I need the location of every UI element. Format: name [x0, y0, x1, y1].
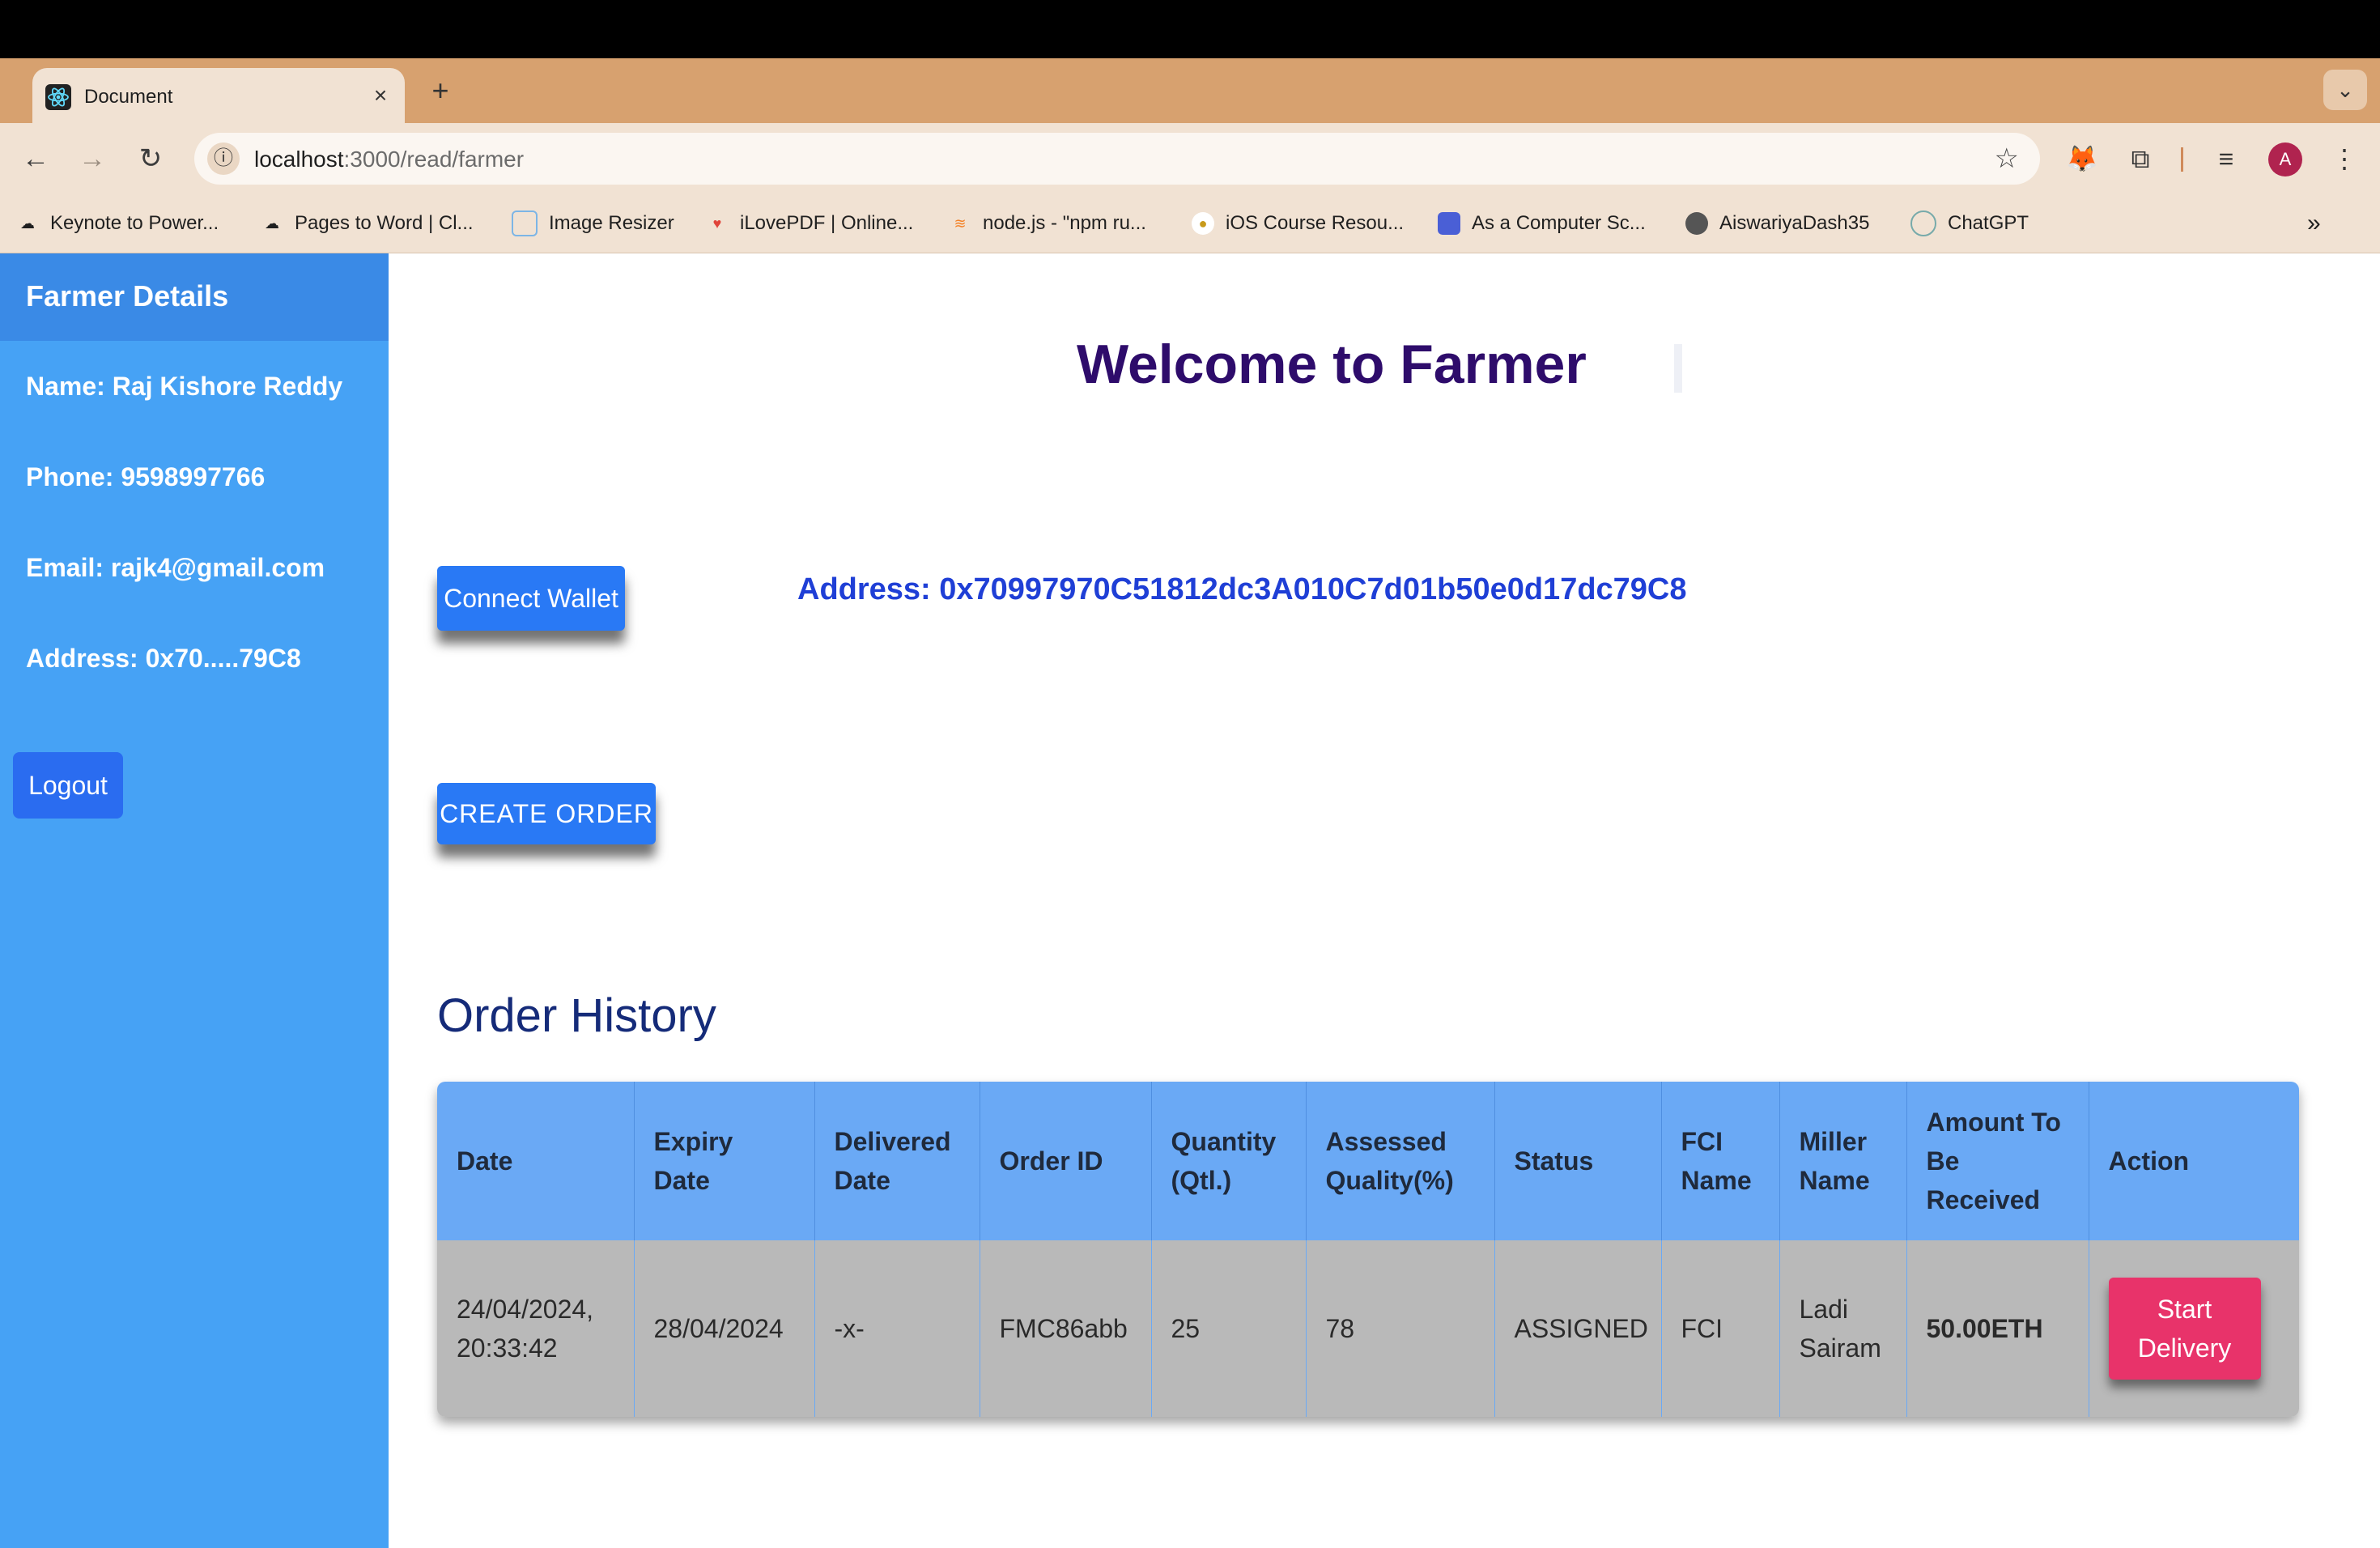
connect-wallet-button[interactable]: Connect Wallet: [437, 566, 625, 631]
chatgpt-icon: [1910, 211, 1936, 236]
cloud-icon: ☁: [265, 215, 279, 232]
sidebar-title: Farmer Details: [26, 279, 229, 313]
order-history-table: Date Expiry Date Delivered Date Order ID…: [437, 1082, 2299, 1417]
browser-toolbar: ← → ↻ ⓘ localhost:3000/read/farmer ☆ 🦊 ⧉…: [0, 123, 2380, 194]
screen-top-bar: [0, 0, 2380, 58]
bookmarks-bar: ☁ Keynote to Power... ☁ Pages to Word | Cl…: [0, 194, 2380, 253]
bookmark-label: node.js - "npm ru...: [983, 212, 1146, 234]
order-history-title: Order History: [437, 989, 716, 1042]
address-bar[interactable]: ⓘ localhost:3000/read/farmer ☆: [194, 133, 2040, 185]
close-icon[interactable]: ×: [366, 81, 395, 110]
farmer-email: Email: rajk4@gmail.com: [26, 553, 325, 582]
chevron-down-icon[interactable]: ⌄: [2323, 70, 2367, 110]
bookmark-label: Keynote to Power...: [50, 212, 219, 234]
bookmark-label: iOS Course Resou...: [1226, 212, 1405, 234]
bookmark-item[interactable]: As a Computer Sc...: [1438, 209, 1646, 238]
cell-delivered: -x-: [814, 1240, 980, 1417]
new-tab-icon[interactable]: +: [424, 74, 457, 107]
bookmark-item[interactable]: ☁ Keynote to Power...: [16, 209, 219, 238]
farmer-address: Address: 0x70.....79C8: [26, 644, 301, 673]
col-header-delivered-date: Delivered Date: [814, 1082, 980, 1240]
col-header-fci-name: FCI Name: [1661, 1082, 1780, 1240]
col-header-assessed-quality: Assessed Quality(%): [1306, 1082, 1495, 1240]
printer-icon: [1438, 212, 1460, 235]
create-order-button[interactable]: CREATE ORDER: [437, 783, 656, 844]
cell-date: 24/04/2024, 20:33:42: [437, 1240, 635, 1417]
cell-quantity: 25: [1151, 1240, 1307, 1417]
bookmark-star-icon[interactable]: ☆: [1995, 142, 2019, 175]
farmer-phone: Phone: 9598997766: [26, 462, 266, 491]
cell-fci: FCI: [1661, 1240, 1780, 1417]
cell-order-id: FMC86abb: [980, 1240, 1152, 1417]
metamask-icon[interactable]: 🦊: [2066, 142, 2098, 175]
cell-amount: 50.00ETH: [1906, 1240, 2089, 1417]
col-header-quantity: Quantity (Qtl.): [1151, 1082, 1307, 1240]
more-bookmarks-icon[interactable]: »: [2307, 209, 2321, 238]
avatar[interactable]: A: [2268, 142, 2302, 176]
cell-action: Start Delivery: [2089, 1240, 2299, 1417]
main-content: Welcome to Farmer Connect Wallet Address…: [389, 253, 2380, 1548]
bookmark-label: Image Resizer: [549, 212, 674, 234]
cell-miller: Ladi Sairam: [1779, 1240, 1907, 1417]
media-queue-icon[interactable]: ≡: [2210, 142, 2242, 175]
cell-status: ASSIGNED: [1494, 1240, 1662, 1417]
forward-icon[interactable]: →: [71, 138, 113, 180]
sidebar-header: Farmer Details: [0, 253, 389, 341]
col-header-status: Status: [1494, 1082, 1662, 1240]
cloud-icon: ☁: [20, 215, 35, 232]
more-menu-icon[interactable]: ⋮: [2328, 142, 2361, 175]
extensions-icon[interactable]: ⧉: [2124, 142, 2157, 175]
col-header-expiry-date: Expiry Date: [634, 1082, 815, 1240]
bookmark-label: AiswariyaDash35: [1719, 212, 1870, 234]
back-icon[interactable]: ←: [15, 138, 57, 180]
tab-title: Document: [84, 86, 173, 108]
text-cursor-bar: [1674, 344, 1682, 393]
col-header-amount: Amount To Be Received: [1906, 1082, 2089, 1240]
sidebar: Farmer Details Name: Raj Kishore Reddy P…: [0, 253, 389, 1548]
bookmark-label: Pages to Word | Cl...: [295, 212, 474, 234]
tab-document[interactable]: Document ×: [32, 68, 405, 123]
bookmark-item[interactable]: Image Resizer: [512, 209, 674, 238]
bookmark-item[interactable]: ♥ iLovePDF | Online...: [706, 209, 914, 238]
col-header-miller-name: Miller Name: [1779, 1082, 1907, 1240]
github-icon: [1685, 212, 1708, 235]
bookmark-label: iLovePDF | Online...: [740, 212, 914, 234]
toolbar-divider: [2181, 147, 2183, 172]
url-text[interactable]: localhost:3000/read/farmer: [254, 147, 524, 172]
cell-expiry: 28/04/2024: [634, 1240, 815, 1417]
bookmark-item[interactable]: ☁ Pages to Word | Cl...: [261, 209, 474, 238]
start-delivery-button[interactable]: Start Delivery: [2108, 1278, 2261, 1380]
site-info-icon[interactable]: ⓘ: [207, 142, 240, 175]
bookmark-item[interactable]: ChatGPT: [1910, 209, 2029, 238]
course-icon: ●: [1192, 212, 1214, 235]
table-row: 24/04/2024, 20:33:42 28/04/2024 -x- FMC8…: [437, 1240, 2299, 1417]
react-icon: [45, 84, 71, 110]
col-header-order-id: Order ID: [980, 1082, 1152, 1240]
url-path: :3000/read/farmer: [343, 147, 525, 172]
col-header-action: Action: [2089, 1082, 2299, 1240]
image-icon: [512, 211, 538, 236]
bookmark-item[interactable]: ≋ node.js - "npm ru...: [949, 209, 1146, 238]
bookmark-label: As a Computer Sc...: [1472, 212, 1646, 234]
col-header-date: Date: [437, 1082, 635, 1240]
bookmark-label: ChatGPT: [1948, 212, 2029, 234]
url-host: localhost: [254, 147, 344, 172]
tab-strip: Document × + ⌄: [0, 58, 2380, 123]
bookmark-item[interactable]: ● iOS Course Resou...: [1192, 209, 1404, 238]
farmer-name: Name: Raj Kishore Reddy: [26, 372, 343, 401]
reload-icon[interactable]: ↻: [130, 138, 172, 180]
table-header-row: Date Expiry Date Delivered Date Order ID…: [437, 1082, 2299, 1240]
bookmark-item[interactable]: AiswariyaDash35: [1685, 209, 1869, 238]
stackoverflow-icon: ≋: [954, 215, 967, 232]
page-title: Welcome to Farmer: [1077, 334, 1587, 395]
cell-quality: 78: [1306, 1240, 1495, 1417]
wallet-address: Address: 0x70997970C51812dc3A010C7d01b50…: [797, 572, 1687, 606]
logout-button[interactable]: Logout: [13, 752, 123, 819]
heart-icon: ♥: [712, 215, 722, 232]
